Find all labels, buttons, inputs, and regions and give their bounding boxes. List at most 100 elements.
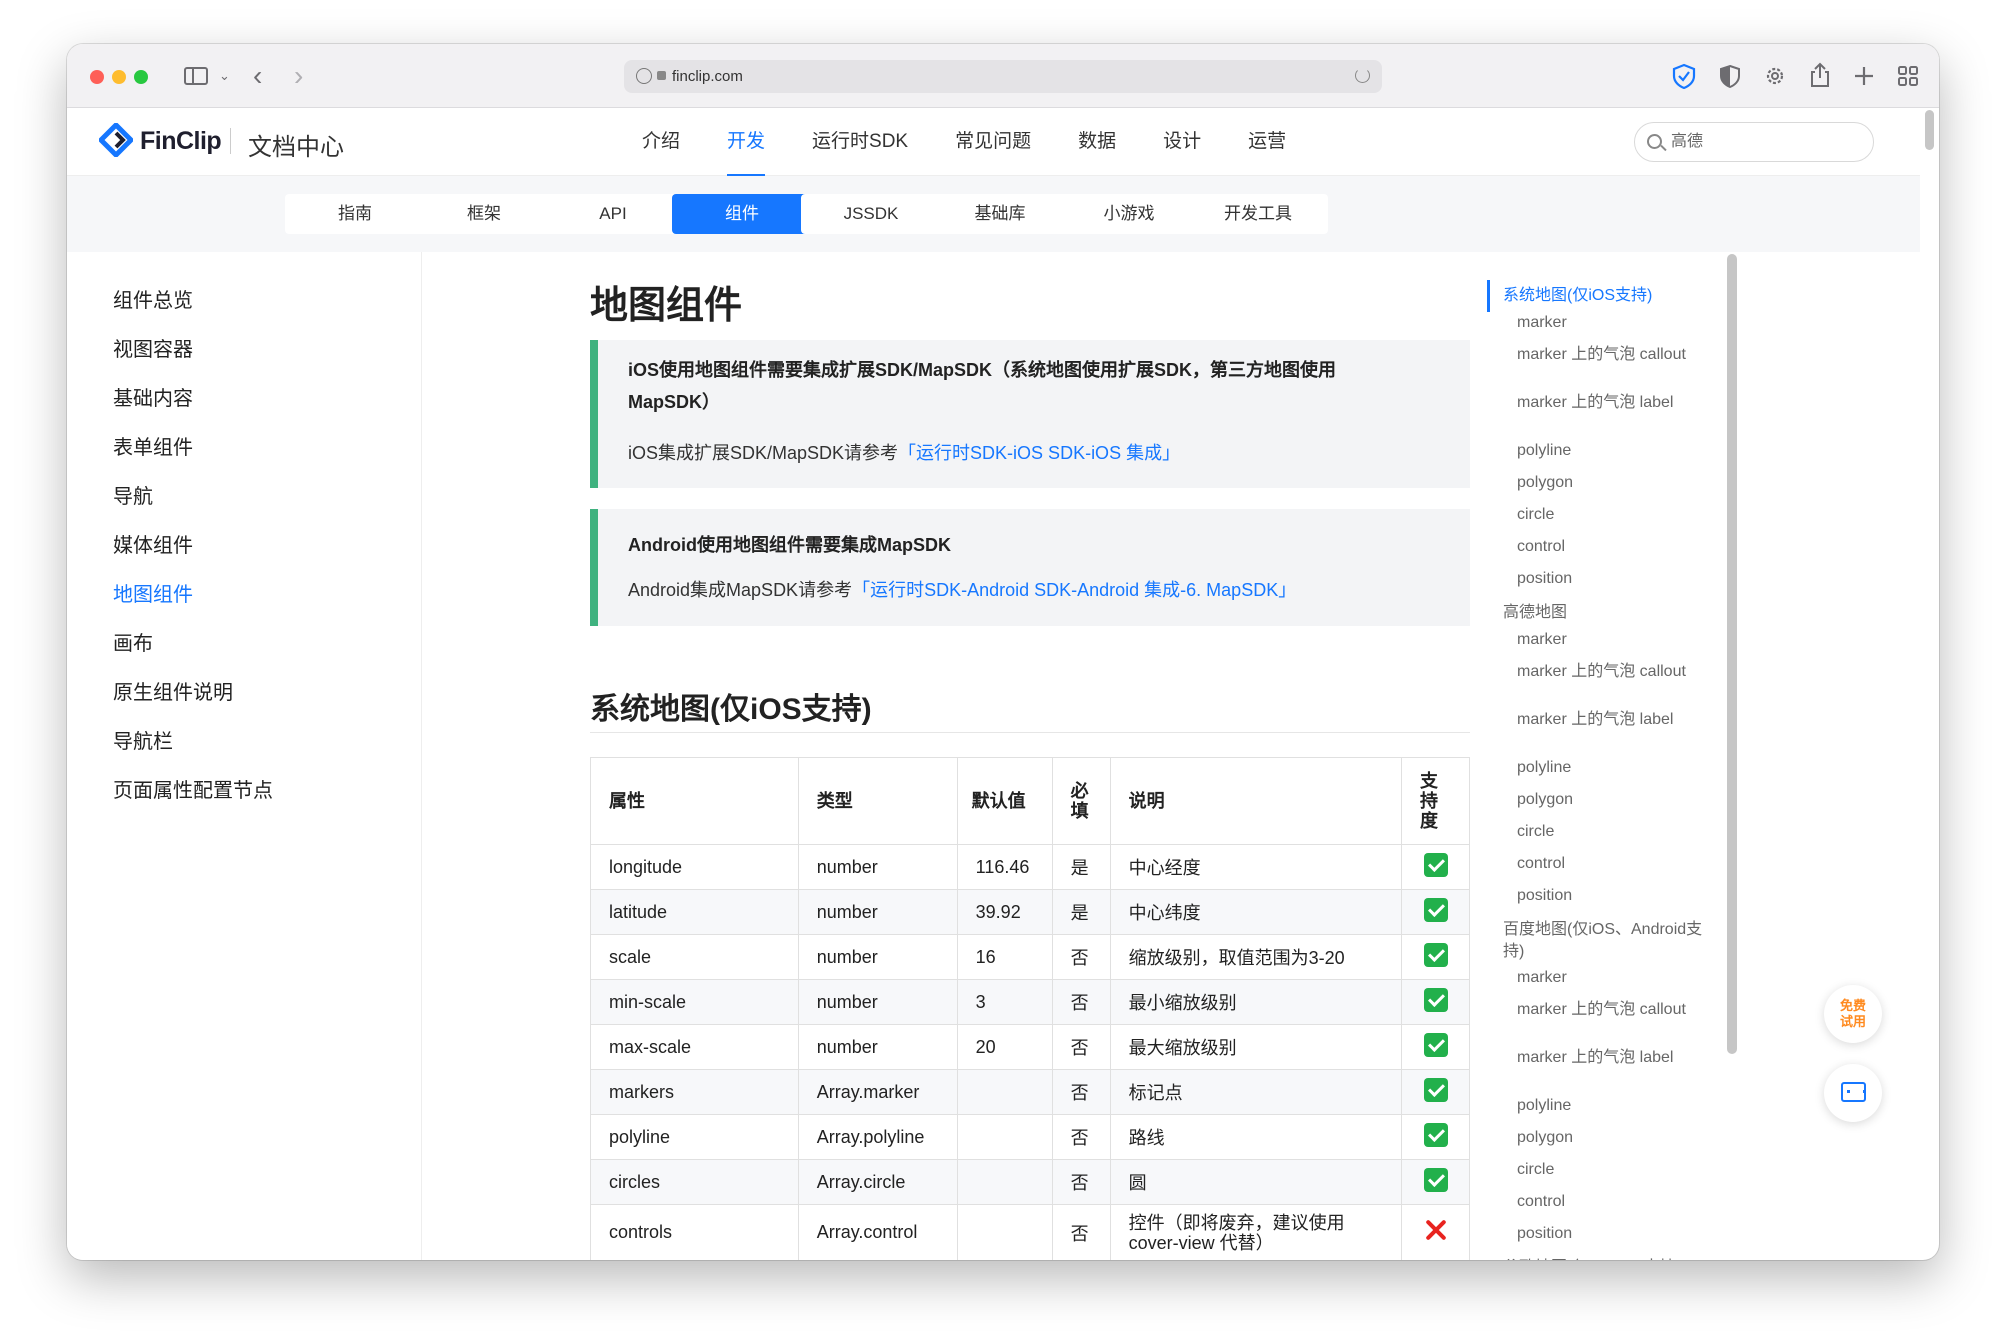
address-bar[interactable]: finclip.com bbox=[624, 60, 1382, 93]
page-scrollbar[interactable] bbox=[1925, 110, 1934, 1250]
top-nav-item[interactable]: 介绍 bbox=[642, 108, 680, 176]
top-nav-item[interactable]: 运行时SDK bbox=[812, 108, 908, 176]
table-cell-desc: 路线 bbox=[1109, 1114, 1403, 1160]
sub-tab[interactable]: 指南 bbox=[285, 194, 425, 234]
doc-center-title[interactable]: 文档中心 bbox=[248, 127, 344, 162]
toc-item[interactable]: polyline bbox=[1517, 440, 1571, 462]
toc-item[interactable]: marker bbox=[1517, 312, 1567, 334]
chat-icon bbox=[1841, 1082, 1866, 1102]
new-tab-icon[interactable] bbox=[1853, 65, 1875, 87]
gear-icon[interactable] bbox=[1763, 64, 1787, 88]
sub-tab[interactable]: API bbox=[543, 194, 683, 234]
table-cell-support bbox=[1401, 1024, 1470, 1070]
table-row: latitude number 39.92 是中心纬度 bbox=[590, 889, 1470, 935]
shield-icon[interactable] bbox=[1671, 63, 1697, 89]
android-sdk-link[interactable]: 「运行时SDK-Android SDK-Android 集成-6. MapSDK… bbox=[852, 580, 1296, 600]
minimize-window-button[interactable] bbox=[112, 70, 126, 84]
table-cell-support bbox=[1401, 934, 1470, 980]
toc-item[interactable]: marker 上的气泡 callout bbox=[1517, 344, 1686, 366]
toc-item[interactable]: polyline bbox=[1517, 757, 1571, 779]
sub-tab[interactable]: 开发工具 bbox=[1188, 194, 1328, 234]
page-scrollbar-thumb[interactable] bbox=[1925, 110, 1934, 150]
finclip-logo-icon[interactable] bbox=[99, 123, 133, 157]
table-cell-required: 是 bbox=[1051, 889, 1111, 935]
toc-item[interactable]: control bbox=[1517, 853, 1565, 875]
toc-item[interactable]: circle bbox=[1517, 821, 1554, 843]
sub-tab[interactable]: 组件 bbox=[672, 194, 812, 234]
android-callout-title: Android使用地图组件需要集成MapSDK bbox=[628, 535, 951, 555]
table-cell-desc: 控件（即将废弃，建议使用 cover-view 代替） bbox=[1109, 1204, 1403, 1260]
sub-tab[interactable]: JSSDK bbox=[801, 194, 941, 234]
toc-item[interactable]: polygon bbox=[1517, 472, 1573, 494]
toc-item[interactable]: position bbox=[1517, 885, 1572, 907]
sidebar-item[interactable]: 基础内容 bbox=[113, 382, 193, 411]
back-icon[interactable]: ‹ bbox=[253, 62, 262, 90]
sidebar-item[interactable]: 视图容器 bbox=[113, 333, 193, 362]
check-mark-icon bbox=[1423, 987, 1448, 1012]
logo-text[interactable]: FinClip bbox=[140, 127, 222, 156]
table-cell-prop: circles bbox=[590, 1159, 799, 1205]
contrast-icon[interactable] bbox=[1718, 64, 1742, 88]
top-nav-item[interactable]: 运营 bbox=[1248, 108, 1286, 176]
search-box[interactable] bbox=[1634, 122, 1874, 162]
sub-tab[interactable]: 框架 bbox=[414, 194, 554, 234]
share-icon[interactable] bbox=[1808, 62, 1832, 88]
sub-tab[interactable]: 小游戏 bbox=[1059, 194, 1199, 234]
toc-item[interactable]: polyline bbox=[1517, 1095, 1571, 1117]
top-nav-item[interactable]: 数据 bbox=[1078, 108, 1116, 176]
toc-item[interactable]: marker 上的气泡 label bbox=[1517, 1047, 1673, 1069]
sidebar-item[interactable]: 表单组件 bbox=[113, 431, 193, 460]
content-scrollbar[interactable] bbox=[1727, 254, 1737, 1054]
table-cell-desc: 圆 bbox=[1109, 1159, 1403, 1205]
toc-item[interactable]: marker 上的气泡 label bbox=[1517, 392, 1673, 414]
top-nav-item[interactable]: 开发 bbox=[727, 108, 766, 176]
tab-overview-icon[interactable] bbox=[1897, 65, 1919, 87]
toc-item[interactable]: polygon bbox=[1517, 789, 1573, 811]
close-window-button[interactable] bbox=[90, 70, 104, 84]
chevron-down-icon[interactable]: ⌄ bbox=[219, 62, 230, 90]
sidebar-item[interactable]: 导航 bbox=[113, 480, 153, 509]
zoom-window-button[interactable] bbox=[134, 70, 148, 84]
table-cell-type: number bbox=[797, 889, 958, 935]
table-cell-desc: 标记点 bbox=[1109, 1069, 1403, 1115]
sidebar-item[interactable]: 原生组件说明 bbox=[113, 676, 233, 705]
toc-item[interactable]: position bbox=[1517, 568, 1572, 590]
top-nav-item[interactable]: 常见问题 bbox=[955, 108, 1031, 176]
forward-icon[interactable]: › bbox=[294, 62, 303, 90]
toc-item[interactable]: 百度地图(仅iOS、Android支持) bbox=[1503, 919, 1708, 963]
toc-item[interactable]: 系统地图(仅iOS支持) bbox=[1503, 285, 1708, 307]
table-cell-default bbox=[956, 1069, 1053, 1115]
toc-item[interactable]: marker 上的气泡 callout bbox=[1517, 661, 1686, 683]
sidebar-item[interactable]: 组件总览 bbox=[113, 284, 193, 313]
ios-sdk-link[interactable]: 「运行时SDK-iOS SDK-iOS 集成」 bbox=[898, 443, 1180, 463]
table-row: circles Array.circle 否圆 bbox=[590, 1159, 1470, 1205]
table-cell-support bbox=[1401, 844, 1470, 890]
sidebar-item[interactable]: 媒体组件 bbox=[113, 529, 193, 558]
sidebar-item[interactable]: 页面属性配置节点 bbox=[113, 774, 273, 803]
toc-item[interactable]: 高德地图 bbox=[1503, 602, 1708, 624]
search-input[interactable] bbox=[1671, 130, 1861, 154]
toc-item[interactable]: control bbox=[1517, 1191, 1565, 1213]
toc-item[interactable]: circle bbox=[1517, 1159, 1554, 1181]
toc-item[interactable]: marker 上的气泡 callout bbox=[1517, 999, 1686, 1021]
toc-item[interactable]: polygon bbox=[1517, 1127, 1573, 1149]
top-nav-item[interactable]: 设计 bbox=[1163, 108, 1201, 176]
reload-icon[interactable] bbox=[1355, 68, 1370, 83]
sidebar-item[interactable]: 画布 bbox=[113, 627, 153, 656]
toc-item[interactable]: circle bbox=[1517, 504, 1554, 526]
chat-button[interactable] bbox=[1824, 1064, 1882, 1122]
toc-item[interactable]: control bbox=[1517, 536, 1565, 558]
sidebar-toggle-icon[interactable] bbox=[184, 67, 208, 85]
toc-item[interactable]: marker 上的气泡 label bbox=[1517, 709, 1673, 731]
toc-item[interactable]: marker bbox=[1517, 629, 1567, 651]
sub-tab[interactable]: 基础库 bbox=[930, 194, 1070, 234]
toc-item[interactable]: 谷歌地图(仅Android支持) bbox=[1503, 1257, 1708, 1260]
toc-item[interactable]: position bbox=[1517, 1223, 1572, 1245]
table-cell-default: 116.46 bbox=[956, 844, 1053, 890]
table-cell-prop: longitude bbox=[590, 844, 799, 890]
sidebar-item[interactable]: 导航栏 bbox=[113, 725, 173, 754]
toc-item[interactable]: marker bbox=[1517, 967, 1567, 989]
cross-mark-icon bbox=[1424, 1218, 1448, 1242]
sidebar-item[interactable]: 地图组件 bbox=[113, 578, 193, 607]
free-trial-button[interactable]: 免费 试用 bbox=[1824, 985, 1882, 1043]
